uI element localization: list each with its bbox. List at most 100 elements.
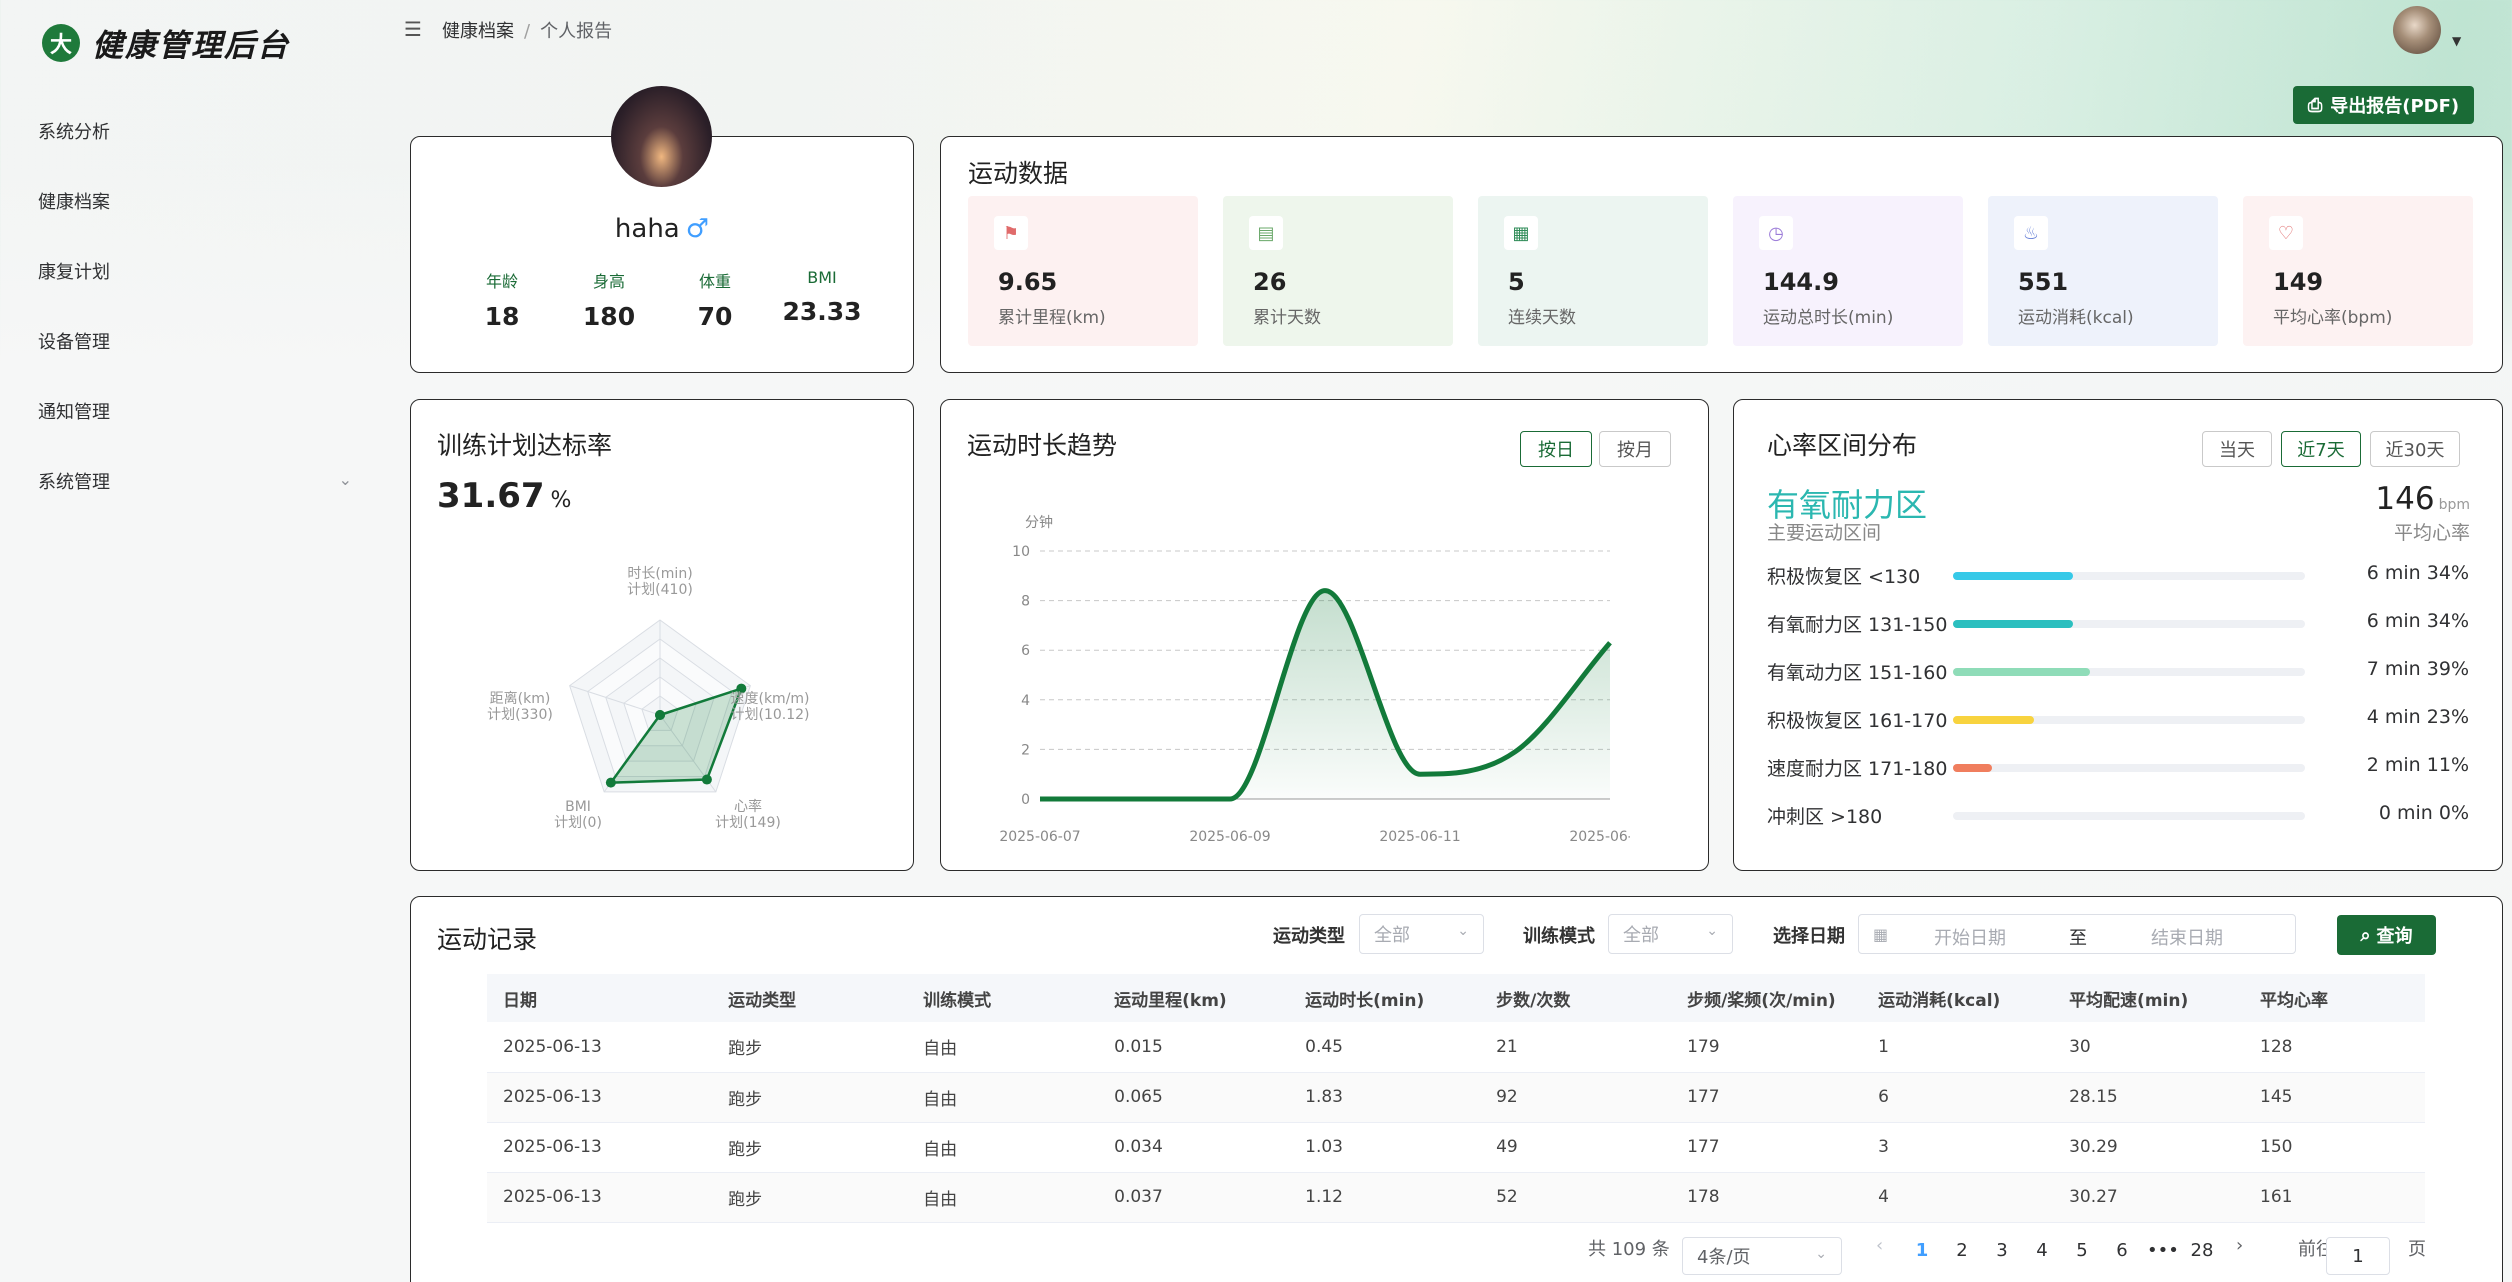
sport-data-title: 运动数据 <box>968 159 1069 188</box>
menu-fold-icon[interactable]: ☰ <box>404 17 422 41</box>
today-button[interactable]: 当天 <box>2202 431 2272 467</box>
sport-tile: ♡ 149 平均心率(bpm) <box>2243 196 2473 346</box>
page-number[interactable]: 4 <box>2027 1240 2057 1261</box>
query-button[interactable]: ⌕ 查询 <box>2337 915 2436 955</box>
hr-zone-bar <box>1953 620 2073 628</box>
tile-value: 5 <box>1508 268 1525 296</box>
table-cell: 自由 <box>907 1072 1099 1123</box>
by-month-button[interactable]: 按月 <box>1599 431 1671 467</box>
trend-title: 运动时长趋势 <box>967 431 1118 460</box>
sidebar-item-label: 设备管理 <box>38 332 110 353</box>
avg-bpm: 146 bpm <box>2375 481 2470 517</box>
more-pages-icon[interactable]: ••• <box>2147 1240 2179 1261</box>
last-7-days-button[interactable]: 近7天 <box>2281 431 2361 467</box>
sidebar-item-rehab-plan[interactable]: 康复计划 <box>0 236 380 306</box>
printer-icon: ⎙ <box>2307 94 2323 116</box>
page-size-select[interactable]: 4条/页 ⌄ <box>1682 1237 1842 1275</box>
sport-type-value: 全部 <box>1374 925 1410 946</box>
table-row[interactable]: 2025-06-13 跑步 自由 0.034 1.03 49 177 3 30.29 150 <box>487 1122 2425 1173</box>
tile-value: 26 <box>1253 268 1287 296</box>
last-30-days-button[interactable]: 近30天 <box>2370 431 2460 467</box>
sport-type-select[interactable]: 全部 ⌄ <box>1359 914 1484 954</box>
page-number[interactable]: 1 <box>1907 1240 1937 1261</box>
app-title: 健康管理后台 <box>92 28 290 64</box>
x-tick-label: 2025-06-07 <box>999 829 1080 845</box>
hr-zone-track <box>1953 716 2305 724</box>
hr-zone-bar <box>1953 668 2091 676</box>
stat-weight: 体重 70 <box>661 268 769 331</box>
plan-title: 训练计划达标率 <box>437 431 613 460</box>
page-number[interactable]: 3 <box>1987 1240 2017 1261</box>
sidebar-item-notification-management[interactable]: 通知管理 <box>0 376 380 446</box>
app-logo[interactable]: 大 健康管理后台 <box>42 20 290 65</box>
y-tick-label: 0 <box>1021 792 1030 808</box>
by-day-button[interactable]: 按日 <box>1520 431 1592 467</box>
end-date-input[interactable]: 结束日期 <box>2151 924 2223 950</box>
hr-zone-bar <box>1953 764 1992 772</box>
user-avatar[interactable] <box>2393 6 2441 54</box>
profile-name-row: haha ♂ <box>410 214 914 244</box>
radar-point <box>605 777 616 788</box>
records-table: 日期 运动类型 训练模式 运动里程(km) 运动时长(min) 步数/次数 步频/桨频(次/… <box>487 974 2425 1223</box>
hr-zone-name: 有氧动力区 151-160 <box>1767 662 1948 684</box>
sidebar-item-device-management[interactable]: 设备管理 <box>0 306 380 376</box>
hr-zone-name: 有氧耐力区 131-150 <box>1767 614 1948 636</box>
tile-label: 运动总时长(min) <box>1763 308 1894 328</box>
goto-page-input[interactable]: 1 <box>2326 1237 2390 1275</box>
date-range-picker[interactable]: ▦ 开始日期 至 结束日期 <box>1858 914 2296 954</box>
column-header: 步频/桨频(次/min) <box>1671 974 1863 1022</box>
table-cell: 2025-06-13 <box>487 1072 713 1123</box>
page-number[interactable]: 2 <box>1947 1240 1977 1261</box>
table-row[interactable]: 2025-06-13 跑步 自由 0.015 0.45 21 179 1 30 128 <box>487 1022 2425 1073</box>
trend-line-chart: 分钟 0 2 4 6 8 10 2025-06-07 2025-06-09 2025-06-11 2… <box>999 514 1630 845</box>
page-number[interactable]: 6 <box>2107 1240 2137 1261</box>
table-cell: 179 <box>1671 1022 1863 1073</box>
chevron-down-icon: ⌄ <box>1457 923 1469 939</box>
prev-page-button[interactable]: ‹ <box>1876 1235 1883 1256</box>
table-row[interactable]: 2025-06-13 跑步 自由 0.065 1.83 92 177 6 28.15 145 <box>487 1072 2425 1123</box>
hr-zone-bar <box>1953 572 2073 580</box>
export-report-button[interactable]: ⎙ 导出报告(PDF) <box>2293 86 2474 124</box>
training-mode-label: 训练模式 <box>1523 926 1595 947</box>
sidebar-item-label: 系统管理 <box>38 472 110 493</box>
logo-icon: 大 <box>42 23 80 62</box>
training-mode-select[interactable]: 全部 ⌄ <box>1608 914 1733 954</box>
heart-title: 心率区间分布 <box>1767 431 1918 460</box>
page-number[interactable]: 5 <box>2067 1240 2097 1261</box>
page-number[interactable]: 28 <box>2187 1240 2217 1261</box>
hr-zone-value: 0 min 0% <box>2378 802 2469 824</box>
radar-axis-label: 心率 <box>734 798 762 815</box>
sidebar-item-health-records[interactable]: 健康档案 <box>0 166 380 236</box>
table-cell: 1 <box>1862 1022 2054 1073</box>
sidebar-item-system-management[interactable]: 系统管理 ⌄ <box>0 446 380 516</box>
table-cell: 1.03 <box>1289 1122 1481 1173</box>
chevron-down-icon: ⌄ <box>1815 1246 1827 1262</box>
calendar-icon: ▦ <box>1873 924 1889 944</box>
start-date-input[interactable]: 开始日期 <box>1934 924 2006 950</box>
caret-down-icon[interactable]: ▼ <box>2452 34 2461 48</box>
column-header: 运动类型 <box>712 974 908 1022</box>
sport-tile: ◷ 144.9 运动总时长(min) <box>1733 196 1963 346</box>
trend-area <box>1040 590 1610 799</box>
table-cell: 21 <box>1480 1022 1672 1073</box>
tile-value: 9.65 <box>998 268 1058 296</box>
sidebar-item-system-analysis[interactable]: 系统分析 <box>0 96 380 166</box>
x-tick-label: 2025-06-11 <box>1379 829 1460 845</box>
list-icon: ▤ <box>1249 216 1283 250</box>
tile-label: 运动消耗(kcal) <box>2018 308 2134 328</box>
sport-tile: ▦ 5 连续天数 <box>1478 196 1708 346</box>
column-header: 训练模式 <box>907 974 1099 1022</box>
radar-axis-label: 时长(min) <box>627 566 692 582</box>
breadcrumb-item-health-records[interactable]: 健康档案 <box>442 21 514 42</box>
table-cell: 1.12 <box>1289 1172 1481 1223</box>
table-row[interactable]: 2025-06-13 跑步 自由 0.037 1.12 52 178 4 30.27 161 <box>487 1172 2425 1223</box>
y-tick-label: 4 <box>1021 693 1030 709</box>
breadcrumb: 健康档案 / 个人报告 <box>442 17 612 43</box>
next-page-button[interactable]: › <box>2236 1235 2243 1256</box>
hr-zone-track <box>1953 620 2305 628</box>
main-zone-caption: 主要运动区间 <box>1767 522 1882 544</box>
stat-height: 身高 180 <box>555 268 663 331</box>
breadcrumb-item-current: 个人报告 <box>540 21 613 42</box>
sport-tile: ▤ 26 累计天数 <box>1223 196 1453 346</box>
hr-zone-track <box>1953 764 2305 772</box>
